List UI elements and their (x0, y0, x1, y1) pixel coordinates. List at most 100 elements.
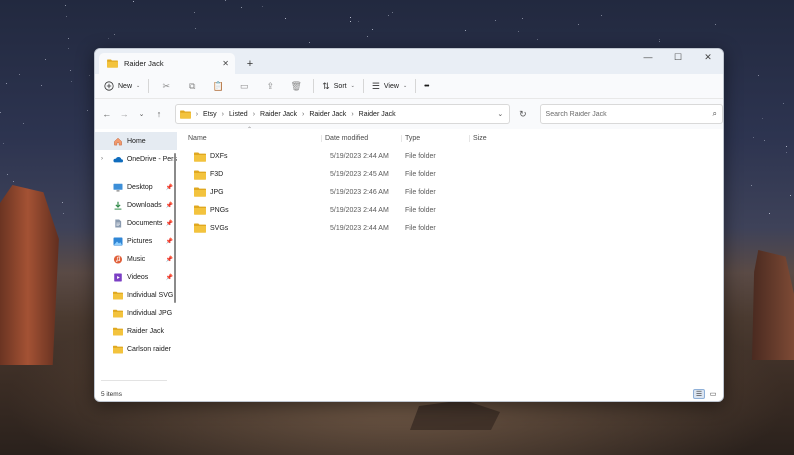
cut-icon[interactable]: ✂ (157, 77, 175, 95)
delete-icon[interactable]: 🗑 (287, 77, 305, 95)
nav-item-label: Desktop (127, 183, 153, 191)
paste-icon[interactable]: 📋 (209, 77, 227, 95)
new-tab-button[interactable]: + (239, 54, 261, 74)
nav-item-label: Carlson raider (127, 345, 171, 353)
nav-item-documents[interactable]: Documents 📌 (95, 214, 177, 232)
nav-item-label: Downloads (127, 201, 162, 209)
tab-close-icon[interactable]: ✕ (222, 59, 229, 68)
sort-button[interactable]: ⇅ Sort ⌄ (322, 81, 355, 92)
nav-divider (101, 380, 167, 381)
close-window-button[interactable]: ✕ (693, 49, 723, 65)
search-input[interactable] (545, 110, 713, 118)
window-controls: — ☐ ✕ (633, 49, 723, 65)
table-row[interactable]: SVGs 5/19/2023 2:44 AM File folder (177, 219, 723, 237)
maximize-button[interactable]: ☐ (663, 49, 693, 65)
table-row[interactable]: PNGs 5/19/2023 2:44 AM File folder (177, 201, 723, 219)
details-view-icon[interactable]: ☰ (693, 389, 705, 399)
nav-item-downloads[interactable]: Downloads 📌 (95, 196, 177, 214)
toolbar-divider (148, 79, 150, 93)
file-type: File folder (405, 224, 436, 232)
star (86, 109, 88, 111)
nav-item-raider-jack[interactable]: Raider Jack (95, 322, 177, 340)
new-button[interactable]: New ⌄ (104, 81, 140, 91)
title-bar: Raider Jack ✕ + — ☐ ✕ (95, 49, 723, 74)
nav-item-label: Pictures (127, 237, 153, 245)
column-header-name[interactable]: ⌃ Name (177, 127, 321, 142)
star (763, 140, 765, 142)
star (714, 24, 716, 26)
breadcrumb-item[interactable]: Raider Jack (359, 111, 396, 118)
table-row[interactable]: F3D 5/19/2023 2:45 AM File folder (177, 166, 723, 184)
explorer-tab[interactable]: Raider Jack ✕ (99, 53, 235, 74)
file-name-cell: SVGs (177, 223, 321, 233)
search-box[interactable]: ⌕ (539, 104, 723, 124)
breadcrumb-item[interactable]: Raider Jack (309, 111, 346, 118)
breadcrumb-separator: › (221, 110, 224, 118)
nav-item-carlson-raider[interactable]: Carlson raider (95, 340, 177, 358)
forward-arrow-icon[interactable]: → (116, 104, 131, 124)
pin-icon[interactable]: 📌 (166, 238, 173, 245)
pin-icon[interactable]: 📌 (166, 220, 173, 227)
pin-icon[interactable]: 📌 (166, 202, 173, 209)
nav-item-videos[interactable]: Videos 📌 (95, 268, 177, 286)
up-arrow-icon[interactable]: ↑ (151, 104, 166, 124)
minimize-button[interactable]: — (633, 49, 663, 65)
view-button[interactable]: ☰ View ⌄ (372, 81, 407, 92)
file-explorer-window: Raider Jack ✕ + — ☐ ✕ New ⌄ ✂ ⧉ 📋 ▭ ⇪ 🗑 … (94, 48, 724, 402)
pictures-icon (113, 237, 123, 245)
search-icon: ⌕ (712, 109, 718, 118)
star (193, 11, 195, 13)
nav-item-music[interactable]: Music 📌 (95, 250, 177, 268)
column-headers: ⌃ Name Date modified Type Size (177, 127, 723, 147)
copy-icon[interactable]: ⧉ (183, 77, 201, 95)
column-header-size[interactable]: Size (469, 134, 509, 142)
tiles-view-icon[interactable]: ▭ (707, 389, 719, 399)
breadcrumb-item[interactable]: Raider Jack (260, 111, 297, 118)
address-bar[interactable]: › Etsy › Listed › Raider Jack › Raider J… (174, 104, 511, 124)
nav-item-individual-jpg[interactable]: Individual JPG (95, 304, 177, 322)
nav-item-individual-svg[interactable]: Individual SVG (95, 286, 177, 304)
column-header-type[interactable]: Type (401, 134, 469, 142)
star (782, 102, 784, 104)
nav-item-label: OneDrive - Pers (126, 155, 177, 163)
breadcrumb-separator: › (195, 110, 199, 118)
address-dropdown-chevron-icon[interactable]: ⌄ (497, 110, 503, 118)
breadcrumb-item[interactable]: Etsy (203, 111, 217, 118)
pin-icon[interactable]: 📌 (166, 184, 173, 191)
nav-item-label: Individual JPG (127, 309, 173, 317)
address-row: ← → ⌄ ↑ › Etsy › Listed › Raider Jack › … (95, 99, 723, 129)
back-arrow-icon[interactable]: ← (99, 104, 114, 124)
star (65, 15, 67, 17)
chevron-down-icon: ⌄ (402, 83, 408, 89)
table-row[interactable]: DXFs 5/19/2023 2:44 AM File folder (177, 148, 723, 166)
more-options-button[interactable]: ••• (424, 83, 429, 90)
file-name-cell: DXFs (177, 152, 321, 162)
star (64, 4, 66, 6)
file-type: File folder (405, 153, 436, 161)
recent-locations-chevron-icon[interactable]: ⌄ (134, 104, 149, 124)
nav-item-onedrive[interactable]: › OneDrive - Pers (95, 150, 177, 168)
breadcrumb-separator: › (302, 110, 305, 118)
pin-icon[interactable]: 📌 (166, 274, 173, 281)
nav-item-desktop[interactable]: Desktop 📌 (95, 178, 177, 196)
videos-icon (114, 272, 122, 282)
toolbar-divider (313, 79, 315, 93)
tab-title: Raider Jack (124, 59, 164, 68)
rename-icon[interactable]: ▭ (235, 77, 253, 95)
refresh-icon[interactable]: ↻ (514, 104, 531, 124)
explorer-body: Home › OneDrive - Pers Desktop 📌 Downloa… (95, 127, 723, 387)
navigation-pane: Home › OneDrive - Pers Desktop 📌 Downloa… (95, 129, 177, 387)
file-date: 5/19/2023 2:45 AM (330, 171, 389, 179)
nav-scrollbar-thumb[interactable] (174, 153, 176, 303)
share-icon[interactable]: ⇪ (261, 77, 279, 95)
nav-item-home[interactable]: Home (95, 132, 177, 150)
breadcrumb-item[interactable]: Listed (229, 111, 248, 118)
column-header-date[interactable]: Date modified (321, 134, 401, 142)
pin-icon[interactable]: 📌 (166, 256, 173, 263)
expand-chevron-icon[interactable]: › (101, 156, 109, 162)
nav-item-label: Music (127, 255, 146, 263)
nav-item-pictures[interactable]: Pictures 📌 (95, 232, 177, 250)
file-date: 5/19/2023 2:46 AM (330, 188, 389, 196)
sort-icon: ⇅ (322, 80, 330, 91)
table-row[interactable]: JPG 5/19/2023 2:46 AM File folder (177, 184, 723, 202)
